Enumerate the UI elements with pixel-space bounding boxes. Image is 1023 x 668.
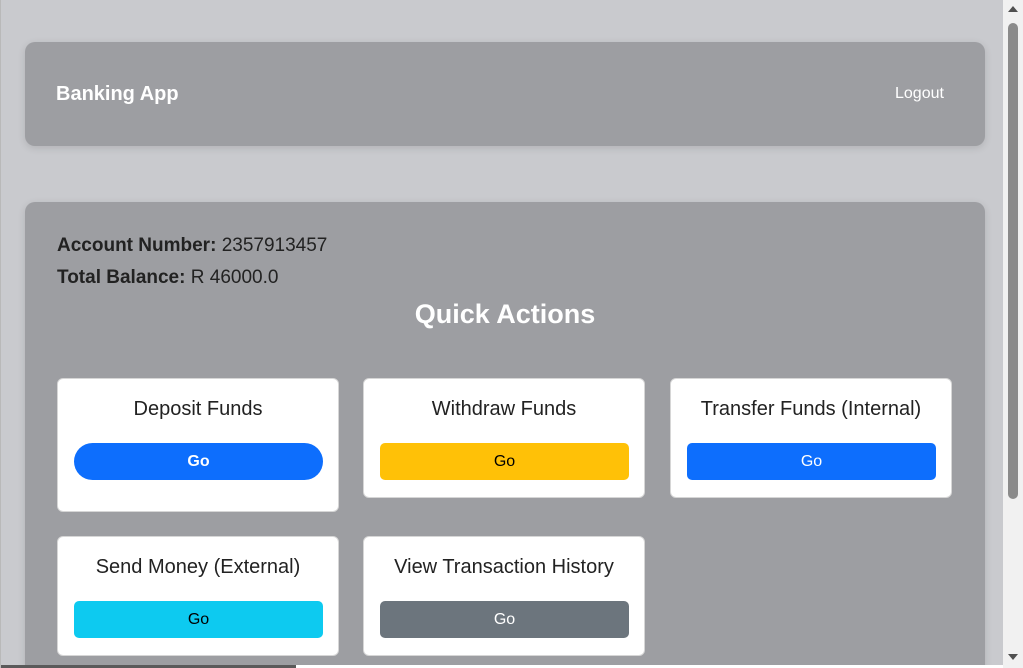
action-card-withdraw: Withdraw Funds Go xyxy=(363,378,645,498)
account-number-line: Account Number: 2357913457 xyxy=(57,235,327,257)
transfer-internal-go-button[interactable]: Go xyxy=(687,443,936,480)
dashboard-panel: Account Number: 2357913457 Total Balance… xyxy=(25,202,985,668)
deposit-go-button[interactable]: Go xyxy=(74,443,323,480)
total-balance-label: Total Balance: xyxy=(57,267,186,288)
scroll-down-arrow-icon[interactable] xyxy=(1008,654,1018,660)
card-title: Withdraw Funds xyxy=(431,398,577,420)
action-card-send-external: Send Money (External) Go xyxy=(57,536,339,656)
transaction-history-go-button[interactable]: Go xyxy=(380,601,629,638)
action-card-transaction-history: View Transaction History Go xyxy=(363,536,645,656)
scroll-up-arrow-icon[interactable] xyxy=(1008,6,1018,12)
total-balance-line: Total Balance: R 46000.0 xyxy=(57,267,278,289)
action-card-transfer-internal: Transfer Funds (Internal) Go xyxy=(670,378,952,498)
withdraw-go-button[interactable]: Go xyxy=(380,443,629,480)
total-balance-value: R 46000.0 xyxy=(190,267,279,288)
send-external-go-button[interactable]: Go xyxy=(74,601,323,638)
card-title: View Transaction History xyxy=(394,556,614,578)
account-number-label: Account Number: xyxy=(57,235,217,256)
top-navbar: Banking App Logout xyxy=(25,42,985,146)
card-title: Send Money (External) xyxy=(95,556,301,578)
account-number-value: 2357913457 xyxy=(221,235,328,256)
quick-actions-heading: Quick Actions xyxy=(414,299,596,329)
vertical-scrollbar[interactable] xyxy=(1003,0,1023,668)
page-viewport: Banking App Logout Account Number: 23579… xyxy=(0,0,1003,668)
card-title: Deposit Funds xyxy=(133,398,263,420)
card-title: Transfer Funds (Internal) xyxy=(700,398,922,420)
brand-title[interactable]: Banking App xyxy=(56,83,179,105)
action-card-deposit: Deposit Funds Go xyxy=(57,378,339,512)
logout-link[interactable]: Logout xyxy=(895,84,944,104)
scroll-thumb[interactable] xyxy=(1008,23,1018,499)
